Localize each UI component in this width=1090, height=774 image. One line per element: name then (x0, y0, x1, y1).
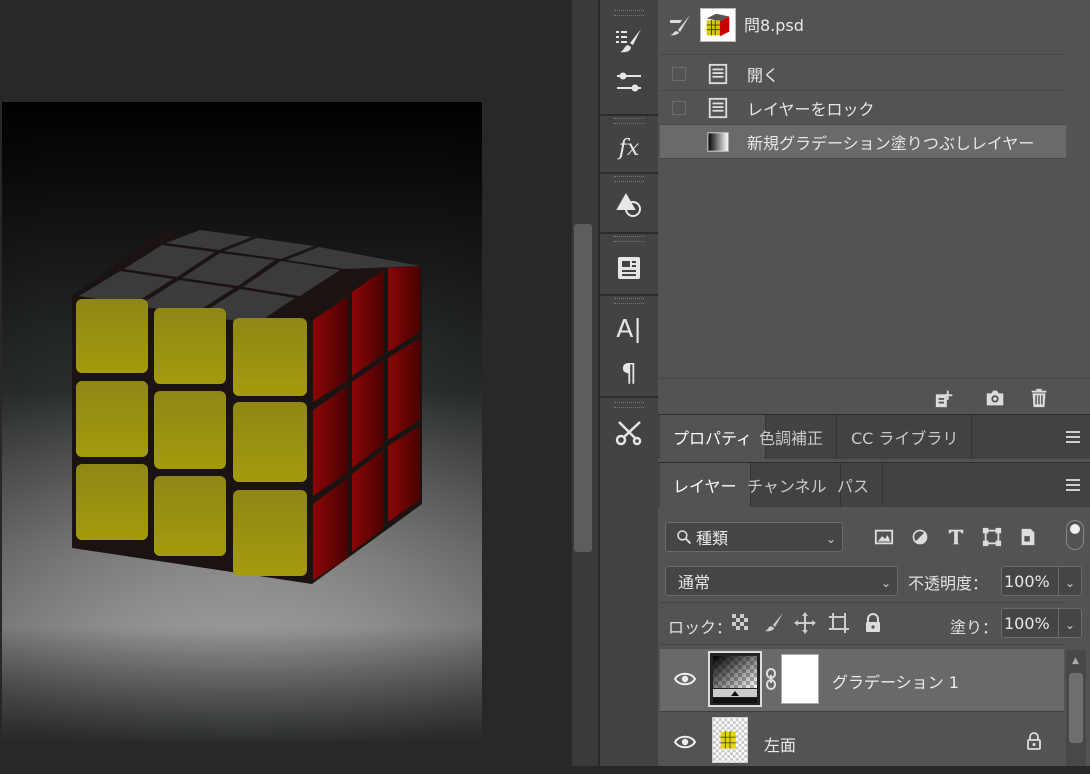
opacity-label: 不透明度： (908, 574, 989, 593)
libraries-icon[interactable] (609, 252, 649, 284)
document-state-icon (706, 62, 730, 86)
lock-artboard-icon[interactable] (828, 612, 850, 634)
filter-smart-object-icon[interactable] (1016, 525, 1040, 549)
panel-icon-strip: fx A| ¶ (599, 0, 659, 766)
tab-label: プロパティ (673, 429, 753, 448)
history-item-label: レイヤーをロック (747, 99, 875, 119)
chevron-down-icon[interactable]: ⌄ (1065, 618, 1075, 632)
history-footer (658, 378, 1090, 415)
history-item-lock-layer[interactable]: レイヤーをロック (660, 91, 1066, 125)
history-checkbox[interactable] (672, 134, 686, 149)
fill-input[interactable]: 100% ⌄ (1001, 608, 1082, 638)
canvas-scrollbar-thumb[interactable] (574, 224, 592, 552)
grip-handle[interactable] (614, 298, 644, 304)
character-text-icon[interactable]: A| (609, 312, 649, 344)
text-tool-glyph: A| (616, 313, 642, 343)
history-checkbox[interactable] (672, 66, 686, 81)
opacity-input[interactable]: 100% ⌄ (1001, 566, 1082, 596)
history-panel: 問8.psd 開く レイヤーをロック 新規グラデーション塗りつぶしレイヤー (658, 0, 1090, 410)
canvas-area[interactable] (0, 0, 572, 766)
filter-shape-icon[interactable] (980, 525, 1004, 549)
history-item-label: 開く (747, 65, 780, 85)
tab-label: パス (837, 477, 870, 496)
left-face-thumbnail[interactable] (712, 717, 748, 763)
filter-adjustment-icon[interactable] (908, 525, 932, 549)
snapshot-thumbnail (700, 8, 736, 42)
paragraph-glyph: ¶ (621, 357, 637, 387)
eye-visibility-icon[interactable] (673, 671, 697, 687)
filter-kind-value: 種類 (696, 529, 729, 548)
gradient-fill-thumbnail[interactable] (708, 651, 762, 707)
layer-lock-icon (1026, 732, 1042, 750)
blend-mode-value: 通常 (678, 573, 711, 592)
chevron-down-icon: ⌄ (880, 576, 891, 590)
lock-all-icon[interactable] (864, 613, 882, 633)
grip-handle[interactable] (614, 176, 644, 182)
layer-mask-thumbnail[interactable] (781, 654, 819, 704)
fill-label: 塗り： (950, 618, 999, 637)
layers-menu-icon[interactable] (1066, 479, 1080, 491)
layer-name[interactable]: グラデーション 1 (832, 669, 959, 693)
rubiks-cube-image (2, 102, 482, 742)
snapshot-name: 問8.psd (744, 16, 804, 35)
fill-value: 100% (1004, 613, 1050, 633)
document-state-icon (706, 96, 730, 120)
lock-image-pixels-icon[interactable] (764, 612, 784, 632)
properties-tab-bar: プロパティ 色調補正 CC ライブラリ (658, 414, 1090, 459)
filter-pixel-icon[interactable] (872, 525, 896, 549)
layers-tab-bar: レイヤー チャンネル パス (658, 462, 1090, 507)
layer-name[interactable]: 左面 (764, 732, 796, 756)
camera-snapshot-icon[interactable] (982, 385, 1008, 411)
grip-handle[interactable] (614, 402, 644, 408)
shapes-icon[interactable] (609, 190, 649, 222)
layers-scrollbar-thumb[interactable] (1069, 673, 1083, 743)
layer-row-left-face[interactable]: 左面 (660, 712, 1064, 774)
history-item-new-gradient-fill[interactable]: 新規グラデーション塗りつぶしレイヤー (660, 125, 1066, 159)
history-item-label: 新規グラデーション塗りつぶしレイヤー (747, 133, 1035, 153)
lock-transparent-pixels-icon[interactable] (732, 614, 748, 630)
history-brush-source-icon[interactable] (668, 14, 692, 36)
fx-styles-icon[interactable]: fx (609, 132, 649, 164)
gradient-state-icon (706, 130, 730, 154)
link-chain-icon[interactable] (764, 667, 778, 691)
tab-label: 色調補正 (759, 429, 824, 448)
history-checkbox[interactable] (672, 100, 686, 115)
tab-label: チャンネル (747, 477, 827, 496)
grip-handle[interactable] (614, 10, 644, 16)
history-snapshot-row[interactable]: 問8.psd (660, 0, 1066, 55)
properties-menu-icon[interactable] (1066, 431, 1080, 443)
grip-handle[interactable] (614, 118, 644, 124)
history-item-open[interactable]: 開く (660, 57, 1066, 91)
document-canvas[interactable] (2, 102, 482, 742)
tools-scissors-icon[interactable] (609, 416, 649, 448)
layer-filter-select[interactable]: 種類 ⌄ (665, 522, 843, 552)
blend-mode-select[interactable]: 通常 ⌄ (665, 566, 898, 596)
layer-row-gradient[interactable]: グラデーション 1 (660, 649, 1064, 712)
tab-paths[interactable]: パス (824, 463, 884, 507)
tab-cc-libraries[interactable]: CC ライブラリ (838, 415, 973, 459)
new-document-from-state-icon[interactable] (932, 385, 958, 411)
filter-type-icon[interactable] (944, 525, 968, 549)
fx-icon: fx (618, 135, 640, 161)
search-icon (677, 530, 692, 545)
filter-toggle[interactable] (1066, 520, 1084, 550)
grip-handle[interactable] (614, 236, 644, 242)
scroll-up-arrow-icon[interactable]: ▲ (1072, 656, 1079, 666)
lock-position-icon[interactable] (794, 612, 816, 634)
brush-settings-icon[interactable] (609, 24, 649, 56)
opacity-value: 100% (1004, 571, 1050, 591)
lock-label: ロック： (668, 618, 733, 637)
chevron-down-icon[interactable]: ⌄ (1065, 576, 1075, 590)
chevron-down-icon: ⌄ (825, 532, 836, 546)
tab-label: レイヤー (673, 477, 737, 496)
adjustments-sliders-icon[interactable] (609, 66, 649, 98)
eye-visibility-icon[interactable] (673, 734, 697, 750)
tab-adjustments[interactable]: 色調補正 (746, 415, 838, 459)
tab-label: CC ライブラリ (851, 429, 959, 448)
trash-icon[interactable] (1026, 385, 1052, 411)
paragraph-icon[interactable]: ¶ (609, 356, 649, 388)
